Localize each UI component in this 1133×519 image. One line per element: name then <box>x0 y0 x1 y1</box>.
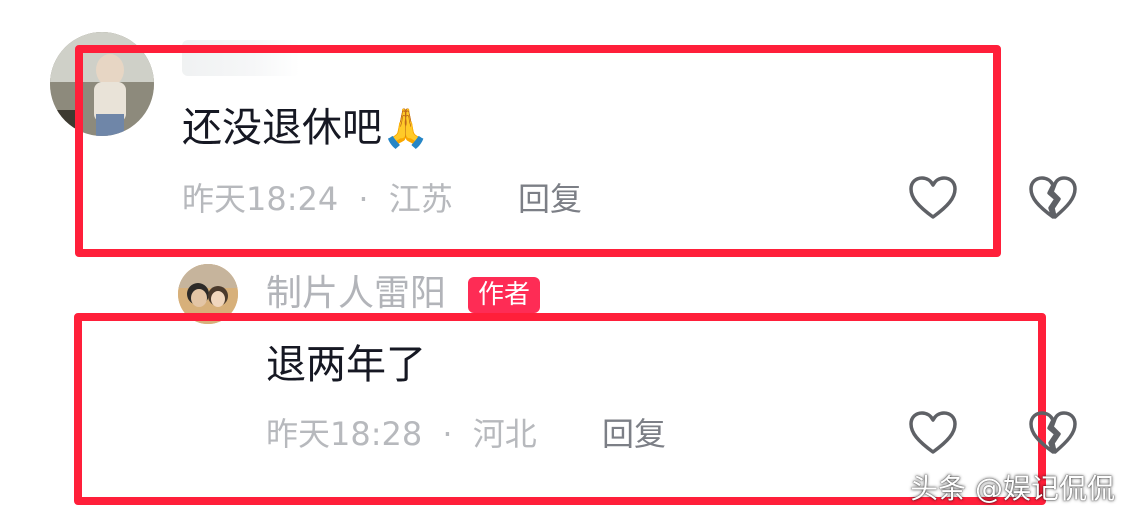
reply-time: 昨天18:28 <box>266 415 423 453</box>
highlight-box-reply <box>74 313 1046 505</box>
reply-location: 河北 <box>472 415 537 453</box>
heart-outline-icon[interactable] <box>908 175 958 221</box>
comment-body: 还没退休吧 <box>182 105 382 151</box>
highlight-box-comment <box>75 45 1001 257</box>
reply-meta: 昨天18:28 · 河北 <box>266 418 537 450</box>
reply-button[interactable]: 回复 <box>518 183 582 215</box>
meta-separator: · <box>442 415 453 453</box>
comment-time: 昨天18:24 <box>182 180 339 218</box>
reply-button[interactable]: 回复 <box>602 418 666 450</box>
meta-separator: · <box>358 180 369 218</box>
author-username[interactable]: 制片人雷阳 <box>266 276 446 312</box>
reply-text: 退两年了 <box>266 342 426 388</box>
broken-heart-icon[interactable] <box>1028 175 1078 221</box>
author-badge: 作者 <box>468 277 541 313</box>
broken-heart-icon[interactable] <box>1028 410 1078 456</box>
pray-emoji: 🙏 <box>382 106 430 150</box>
comment-text: 还没退休吧🙏 <box>182 108 429 148</box>
comment-meta: 昨天18:24 · 江苏 <box>182 183 453 215</box>
heart-outline-icon[interactable] <box>908 410 958 456</box>
comment-location: 江苏 <box>388 180 453 218</box>
watermark: 头条 @娱记侃侃 <box>910 472 1115 505</box>
